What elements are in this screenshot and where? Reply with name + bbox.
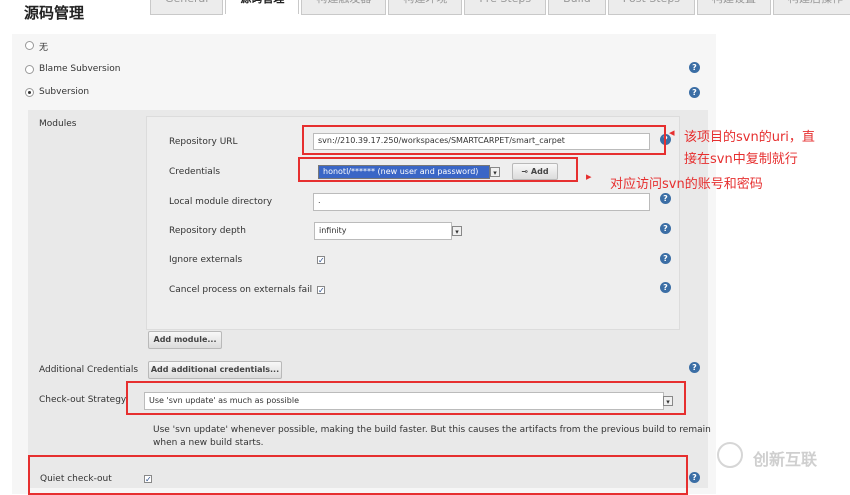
tab-source-code-management[interactable]: 源码管理 bbox=[225, 0, 300, 14]
modules-label: Modules bbox=[39, 119, 77, 129]
tab-post-build-actions[interactable]: 构建后操作 bbox=[773, 0, 850, 15]
repository-depth-select[interactable]: infinity bbox=[314, 222, 452, 240]
additional-credentials-label: Additional Credentials bbox=[39, 365, 139, 375]
annotation-url-line2: 接在svn中复制就行 bbox=[684, 152, 798, 167]
annotation-box-quiet-checkout bbox=[28, 455, 688, 495]
chevron-down-icon[interactable]: ▾ bbox=[452, 226, 462, 236]
checkout-strategy-description-2: when a new build starts. bbox=[153, 438, 264, 448]
cancel-externals-label: Cancel process on externals fail bbox=[169, 285, 313, 295]
page-title: 源码管理 bbox=[24, 4, 85, 22]
tab-build[interactable]: Build bbox=[548, 0, 606, 15]
local-module-directory-input[interactable]: . bbox=[313, 193, 650, 211]
watermark-logo-icon bbox=[717, 442, 743, 468]
repository-url-label: Repository URL bbox=[169, 137, 238, 147]
help-icon[interactable]: ? bbox=[689, 362, 700, 373]
annotation-box-repository-url bbox=[302, 125, 666, 155]
tab-build-settings[interactable]: 构建设置 bbox=[697, 0, 772, 15]
add-additional-credentials-button[interactable]: Add additional credentials... bbox=[148, 361, 282, 379]
help-icon[interactable]: ? bbox=[660, 223, 671, 234]
arrow-icon: ◂ bbox=[669, 126, 675, 139]
radio-subversion[interactable] bbox=[25, 88, 34, 97]
repository-depth-label: Repository depth bbox=[169, 226, 246, 236]
section-tabs: General 源码管理 构建触发器 构建环境 Pre Steps Build … bbox=[150, 0, 850, 15]
help-icon[interactable]: ? bbox=[689, 62, 700, 73]
tab-post-steps[interactable]: Post Steps bbox=[607, 0, 696, 15]
ignore-externals-checkbox[interactable]: ✓ bbox=[317, 256, 325, 265]
help-icon[interactable]: ? bbox=[689, 87, 700, 98]
annotation-box-checkout-strategy bbox=[126, 381, 686, 415]
tab-general[interactable]: General bbox=[150, 0, 224, 15]
checkout-strategy-description-1: Use 'svn update' whenever possible, maki… bbox=[153, 425, 711, 435]
radio-none-label: 无 bbox=[39, 43, 49, 53]
arrow-icon: ▸ bbox=[586, 170, 592, 183]
annotation-credentials: 对应访问svn的账号和密码 bbox=[610, 177, 763, 192]
tab-build-triggers[interactable]: 构建触发器 bbox=[301, 0, 387, 15]
help-icon[interactable]: ? bbox=[660, 193, 671, 204]
help-icon[interactable]: ? bbox=[660, 282, 671, 293]
credentials-label: Credentials bbox=[169, 167, 221, 177]
tab-pre-steps[interactable]: Pre Steps bbox=[464, 0, 547, 15]
help-icon[interactable]: ? bbox=[689, 472, 700, 483]
radio-blame-subversion[interactable] bbox=[25, 65, 34, 74]
radio-blame-subversion-label: Blame Subversion bbox=[39, 64, 121, 74]
ignore-externals-label: Ignore externals bbox=[169, 255, 243, 265]
help-icon[interactable]: ? bbox=[660, 253, 671, 264]
local-module-directory-label: Local module directory bbox=[169, 197, 273, 207]
checkout-strategy-label: Check-out Strategy bbox=[39, 395, 127, 405]
add-module-button[interactable]: Add module... bbox=[148, 331, 222, 349]
watermark-text: 创新互联 bbox=[753, 450, 818, 469]
radio-subversion-label: Subversion bbox=[39, 87, 90, 97]
cancel-externals-checkbox[interactable]: ✓ bbox=[317, 286, 325, 295]
annotation-url-line1: 该项目的svn的uri，直 bbox=[684, 130, 815, 145]
annotation-box-credentials bbox=[298, 157, 578, 182]
tab-build-environment[interactable]: 构建环境 bbox=[388, 0, 463, 15]
radio-none[interactable] bbox=[25, 41, 34, 50]
